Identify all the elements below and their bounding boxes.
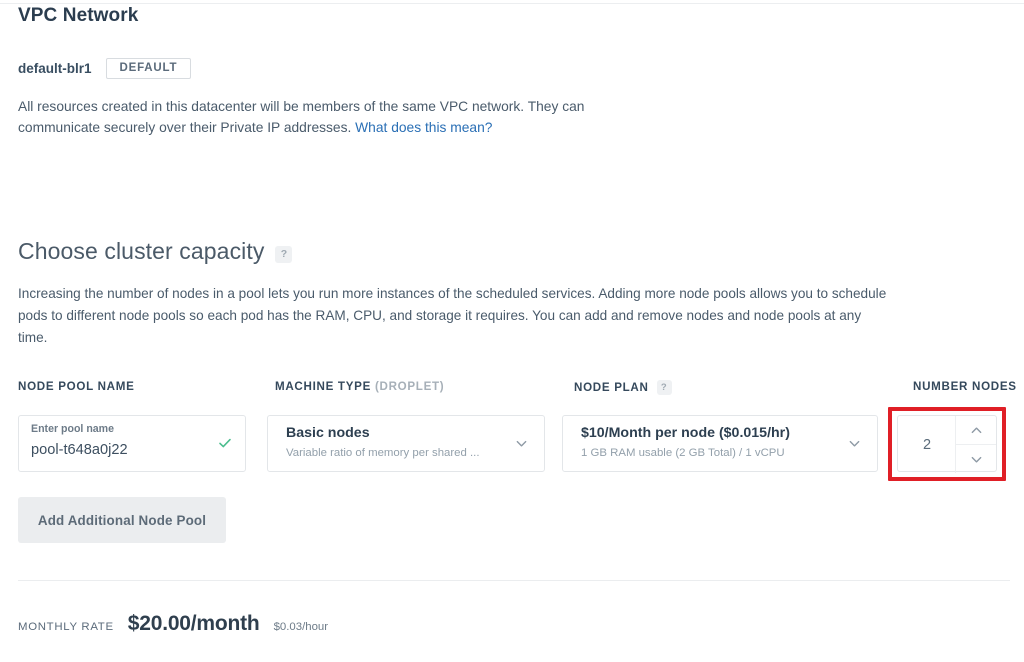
hourly-rate-value: $0.03/hour (273, 621, 329, 633)
number-nodes-value[interactable]: 2 (898, 416, 956, 473)
node-plan-selected-subtitle: 1 GB RAM usable (2 GB Total) / 1 vCPU (581, 447, 785, 459)
chevron-down-icon (515, 437, 528, 450)
node-pool-name-label: NODE POOL NAME (18, 380, 135, 393)
machine-type-select[interactable]: Basic nodes Variable ratio of memory per… (267, 415, 545, 472)
node-plan-label: NODE PLAN ? (574, 380, 672, 395)
capacity-help-icon[interactable]: ? (275, 245, 293, 263)
top-divider (0, 3, 1024, 4)
cluster-capacity-page: VPC Network default-blr1 DEFAULT All res… (0, 0, 1024, 662)
capacity-heading: Choose cluster capacity ? (18, 238, 293, 265)
number-nodes-increment-button[interactable] (956, 416, 996, 444)
monthly-rate-label: MONTHLY RATE (18, 621, 114, 633)
number-nodes-stepper[interactable]: 2 (897, 415, 997, 473)
machine-type-label-muted: (DROPLET) (374, 380, 445, 393)
node-plan-selected-title: $10/Month per node ($0.015/hr) (581, 425, 790, 441)
capacity-heading-text: Choose cluster capacity (18, 238, 265, 264)
number-nodes-label: NUMBER NODES (913, 380, 1017, 393)
monthly-rate-row: MONTHLY RATE $20.00/month $0.03/hour (18, 612, 328, 636)
vpc-network-name: default-blr1 (18, 61, 92, 76)
number-nodes-stepper-controls (955, 416, 996, 473)
machine-type-selected-title: Basic nodes (286, 425, 370, 441)
number-nodes-decrement-button[interactable] (956, 444, 996, 473)
what-does-this-mean-link[interactable]: What does this mean? (355, 120, 492, 135)
vpc-description-text: All resources created in this datacenter… (18, 99, 585, 135)
footer-divider (18, 580, 1010, 581)
vpc-network-title: VPC Network (18, 5, 139, 26)
capacity-description: Increasing the number of nodes in a pool… (18, 286, 887, 345)
add-additional-node-pool-button[interactable]: Add Additional Node Pool (18, 497, 226, 543)
check-icon (217, 435, 233, 451)
node-plan-label-text: NODE PLAN (574, 381, 649, 394)
node-pool-name-value: pool-t648a0j22 (31, 442, 128, 458)
node-plan-help-icon[interactable]: ? (656, 380, 672, 395)
vpc-default-badge: DEFAULT (105, 58, 192, 79)
node-pool-name-placeholder: Enter pool name (31, 423, 114, 435)
machine-type-selected-subtitle: Variable ratio of memory per shared ... (286, 447, 480, 459)
chevron-down-icon (848, 437, 861, 450)
vpc-network-row: default-blr1 DEFAULT (18, 58, 192, 79)
node-pool-name-input[interactable]: Enter pool name pool-t648a0j22 (18, 415, 246, 472)
node-plan-select[interactable]: $10/Month per node ($0.015/hr) 1 GB RAM … (562, 415, 878, 472)
machine-type-label: MACHINE TYPE (DROPLET) (275, 380, 444, 393)
monthly-rate-value: $20.00/month (127, 612, 260, 635)
machine-type-label-main: MACHINE TYPE (275, 380, 372, 393)
vpc-description: All resources created in this datacenter… (18, 96, 638, 138)
